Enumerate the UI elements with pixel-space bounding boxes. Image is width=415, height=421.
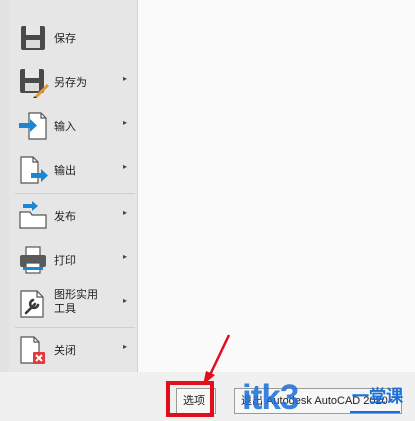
menu-item-label: 输出: [54, 165, 76, 177]
menu-item-label: 图形实用 工具: [54, 289, 98, 315]
drawing-utilities-icon: [20, 290, 44, 318]
menu-item-close[interactable]: 关闭 ▸: [9, 328, 137, 372]
watermark-underline: [350, 411, 400, 413]
publish-icon: [19, 201, 47, 229]
print-icon: [20, 246, 46, 274]
application-menu: 保存 另存为 ▸ 输入 ▸ 输出 ▸ 发布 ▸ 打印 ▸ 图形实用 工具 ▸ 关…: [0, 0, 415, 421]
menu-item-label: 保存: [54, 33, 76, 45]
chevron-right-icon: ▸: [123, 208, 128, 217]
annotation-arrow-icon: [203, 334, 231, 385]
menu-item-import[interactable]: 输入 ▸: [9, 104, 137, 148]
watermark-logo: itk3 一堂课: [242, 378, 415, 421]
menu-item-label: 发布: [54, 211, 76, 223]
chevron-right-icon: ▸: [123, 74, 128, 83]
menu-item-save-as[interactable]: 另存为 ▸: [9, 60, 137, 104]
chevron-right-icon: ▸: [123, 252, 128, 261]
menu-item-print[interactable]: 打印 ▸: [9, 238, 137, 282]
chevron-right-icon: ▸: [123, 296, 128, 305]
menu-item-export[interactable]: 输出 ▸: [9, 148, 137, 192]
menu-strip: [0, 0, 9, 421]
menu-item-label: 另存为: [54, 77, 87, 89]
save-as-icon: [20, 69, 49, 98]
watermark-cn: 一堂课: [352, 387, 403, 406]
menu-item-label: 关闭: [54, 345, 76, 357]
chevron-right-icon: ▸: [123, 118, 128, 127]
close-file-icon: [20, 336, 45, 364]
export-icon: [20, 156, 48, 184]
menu-item-save[interactable]: 保存: [9, 16, 137, 60]
recent-documents-panel: [138, 0, 415, 372]
watermark-brand: itk3: [242, 378, 299, 417]
menu-item-label: 打印: [54, 255, 76, 267]
menu-item-label: 输入: [54, 121, 76, 133]
menu-item-drawing-utilities[interactable]: 图形实用 工具 ▸: [9, 282, 137, 326]
menu-left-panel: 保存 另存为 ▸ 输入 ▸ 输出 ▸ 发布 ▸ 打印 ▸ 图形实用 工具 ▸ 关…: [9, 0, 138, 421]
chevron-right-icon: ▸: [123, 162, 128, 171]
save-icon: [21, 26, 45, 50]
menu-item-publish[interactable]: 发布 ▸: [9, 194, 137, 238]
import-icon: [19, 112, 47, 140]
chevron-right-icon: ▸: [123, 342, 128, 351]
